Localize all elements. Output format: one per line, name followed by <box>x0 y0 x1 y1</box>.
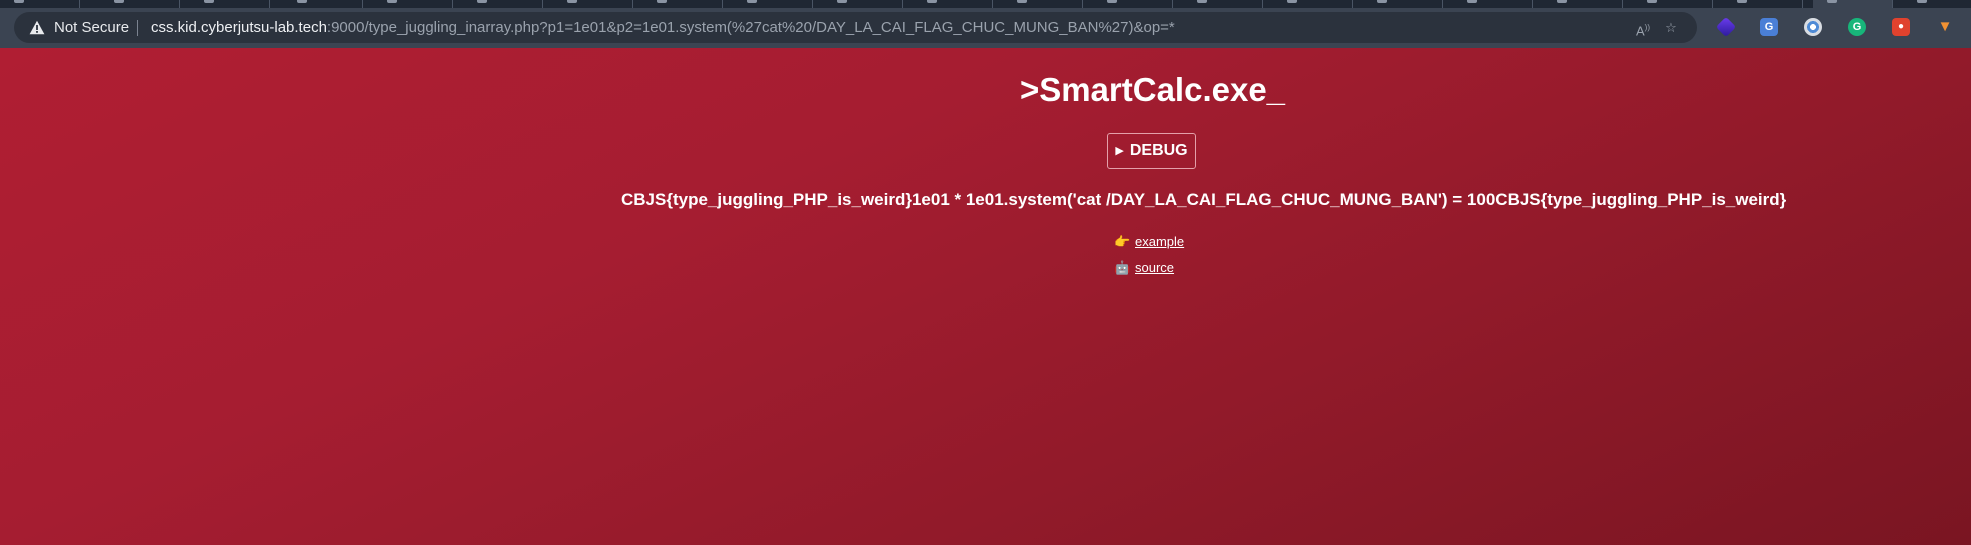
address-separator <box>137 20 138 36</box>
browser-toolbar: Not Secure css.kid.cyberjutsu-lab.tech:9… <box>0 8 1971 48</box>
calculation-result: CBJS{type_juggling_PHP_is_weird}1e01 * 1… <box>621 190 1787 209</box>
address-bar[interactable]: Not Secure css.kid.cyberjutsu-lab.tech:9… <box>14 12 1697 43</box>
red-extension-icon[interactable]: ● <box>1892 18 1910 36</box>
purple-extension-icon[interactable] <box>1715 16 1737 38</box>
browser-tab[interactable] <box>1003 0 1083 8</box>
source-link[interactable]: source <box>1135 260 1174 275</box>
chrome-extension-icon[interactable] <box>1804 18 1822 36</box>
browser-tab[interactable] <box>283 0 363 8</box>
browser-tab[interactable] <box>463 0 543 8</box>
browser-tab[interactable] <box>553 0 633 8</box>
url-text[interactable]: css.kid.cyberjutsu-lab.tech:9000/type_ju… <box>151 19 1175 36</box>
debug-button[interactable]: ▶ DEBUG <box>1107 133 1196 169</box>
page-title: >SmartCalc.exe_ <box>1019 71 1286 108</box>
example-link-row: 👉 example <box>1114 233 1184 251</box>
pointing-hand-icon: 👉 <box>1114 234 1131 249</box>
browser-tab[interactable] <box>913 0 993 8</box>
browser-tab[interactable] <box>100 0 180 8</box>
robot-icon: 🤖 <box>1114 260 1131 275</box>
security-status-label[interactable]: Not Secure <box>54 19 129 36</box>
url-path: :9000/type_juggling_inarray.php?p1=1e01&… <box>326 19 1175 36</box>
read-aloud-icon[interactable]: A)) <box>1634 19 1652 38</box>
browser-tab[interactable] <box>643 0 723 8</box>
browser-tab[interactable] <box>1453 0 1533 8</box>
browser-tab[interactable] <box>823 0 903 8</box>
example-link[interactable]: example <box>1135 234 1184 249</box>
browser-tab[interactable] <box>1093 0 1173 8</box>
browser-tab[interactable] <box>0 0 80 8</box>
fox-extension-icon[interactable]: ▼ <box>1936 18 1954 36</box>
translate-extension-icon[interactable]: G <box>1760 18 1778 36</box>
debug-button-label: DEBUG <box>1129 142 1188 159</box>
play-triangle-icon: ▶ <box>1115 145 1124 157</box>
warning-icon[interactable] <box>29 20 45 35</box>
grammarly-extension-icon[interactable]: G <box>1848 18 1866 36</box>
browser-tab[interactable] <box>1723 0 1803 8</box>
tab-strip <box>0 0 1971 8</box>
browser-tab[interactable] <box>1273 0 1353 8</box>
browser-tab-active[interactable] <box>1813 0 1893 8</box>
browser-tab[interactable] <box>1903 0 1971 8</box>
page-content: >SmartCalc.exe_ ▶ DEBUG CBJS{type_jugglin… <box>0 48 1971 545</box>
browser-tab[interactable] <box>733 0 813 8</box>
browser-tab[interactable] <box>1183 0 1263 8</box>
add-favorite-icon[interactable]: ☆ <box>1662 19 1680 37</box>
browser-tab[interactable] <box>1633 0 1713 8</box>
browser-tab[interactable] <box>1363 0 1443 8</box>
browser-tab[interactable] <box>373 0 453 8</box>
browser-tab[interactable] <box>1543 0 1623 8</box>
url-host: css.kid.cyberjutsu-lab.tech <box>151 19 327 36</box>
browser-tab[interactable] <box>190 0 270 8</box>
source-link-row: 🤖 source <box>1114 259 1174 277</box>
